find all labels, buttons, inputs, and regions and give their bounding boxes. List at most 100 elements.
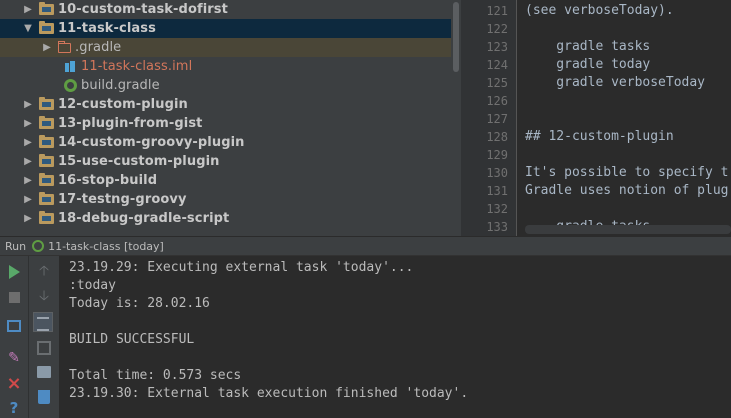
module-folder-icon	[39, 211, 54, 224]
stop-button[interactable]	[3, 286, 25, 308]
help-button[interactable]: ?	[3, 397, 25, 418]
chevron-right-icon[interactable]: ▶	[42, 42, 52, 53]
line-number: 122	[486, 22, 508, 36]
scroll-to-end-button[interactable]	[33, 337, 55, 359]
pin-tab-button[interactable]: ✎	[3, 347, 25, 369]
trash-icon	[38, 390, 50, 404]
restore-layout-button[interactable]	[3, 315, 25, 337]
console-line: 23.19.30: External task execution finish…	[69, 386, 469, 401]
tree-item-16-stop-build[interactable]: ▶ 16-stop-build	[0, 171, 451, 190]
print-button[interactable]	[33, 361, 55, 383]
line-number: 124	[486, 58, 508, 72]
tree-item-label: 11-task-class.iml	[81, 59, 193, 74]
tree-item-13-plugin-from-gist[interactable]: ▶ 13-plugin-from-gist	[0, 114, 451, 133]
tree-item-12-custom-plugin[interactable]: ▶ 12-custom-plugin	[0, 95, 451, 114]
code-line: ## 12-custom-plugin	[525, 129, 674, 144]
excluded-folder-icon	[58, 40, 71, 53]
module-folder-icon	[39, 116, 54, 129]
chevron-right-icon[interactable]: ▶	[23, 118, 33, 129]
code-line: gradle verboseToday	[525, 75, 706, 90]
tree-scrollbar-thumb[interactable]	[453, 2, 459, 72]
chevron-right-icon[interactable]: ▶	[23, 156, 33, 167]
tree-item-label: 13-plugin-from-gist	[58, 116, 203, 131]
line-number: 128	[486, 130, 508, 144]
console-line: BUILD SUCCESSFUL	[69, 332, 195, 347]
play-icon	[8, 265, 20, 279]
run-tool-window-header: Run 11-task-class [today]	[0, 236, 731, 256]
pin-icon: ✎	[8, 350, 20, 366]
gradle-file-icon	[64, 79, 77, 92]
code-line: Gradle uses notion of plug	[525, 183, 729, 198]
close-icon: ×	[6, 373, 22, 394]
print-icon	[37, 366, 51, 378]
code-line: (see verboseToday).	[525, 3, 674, 18]
run-title: Run	[5, 239, 27, 253]
chevron-right-icon[interactable]: ▶	[23, 4, 33, 15]
chevron-right-icon[interactable]: ▶	[23, 194, 33, 205]
module-folder-icon	[39, 2, 54, 15]
chevron-right-icon[interactable]: ▶	[23, 99, 33, 110]
line-number: 133	[486, 220, 508, 234]
tree-item-label: 18-debug-gradle-script	[58, 211, 230, 226]
line-number: 127	[486, 112, 508, 126]
chevron-right-icon[interactable]: ▶	[23, 213, 33, 224]
tree-scrollbar[interactable]	[451, 0, 461, 236]
help-icon: ?	[9, 399, 19, 417]
chevron-right-icon[interactable]: ▶	[23, 137, 33, 148]
tree-item-label: 10-custom-task-dofirst	[58, 2, 228, 17]
line-number: 123	[486, 40, 508, 54]
code-line: It's possible to specify t	[525, 165, 729, 180]
arrow-down-icon: 🡣	[38, 288, 50, 304]
code-line: gradle today	[525, 57, 651, 72]
run-config-tab[interactable]: 11-task-class [today]	[48, 240, 164, 253]
previous-occurrence-button[interactable]: 🡡	[33, 261, 55, 283]
tree-item-18-debug-gradle-script[interactable]: ▶ 18-debug-gradle-script	[0, 209, 451, 228]
editor-horizontal-scrollbar[interactable]	[525, 225, 731, 234]
scroll-to-end-icon	[37, 341, 51, 355]
line-number: 129	[486, 148, 508, 162]
module-folder-icon	[39, 154, 54, 167]
module-folder-icon	[39, 135, 54, 148]
tree-item-label: 17-testng-groovy	[58, 192, 187, 207]
chevron-down-icon[interactable]: ▼	[23, 23, 33, 34]
tree-item-label: 16-stop-build	[58, 173, 158, 188]
tree-item-label: .gradle	[75, 40, 122, 55]
tree-item-gradle-folder[interactable]: ▶ .gradle	[0, 38, 451, 57]
clear-all-button[interactable]	[33, 386, 55, 408]
chevron-right-icon[interactable]: ▶	[23, 175, 33, 186]
line-number: 121	[486, 4, 508, 18]
line-number: 126	[486, 94, 508, 108]
tree-item-17-testng-groovy[interactable]: ▶ 17-testng-groovy	[0, 190, 451, 209]
tree-item-label: 12-custom-plugin	[58, 97, 188, 112]
code-editor[interactable]: 121 122 123 124 125 126 127 128 129 130 …	[461, 0, 731, 236]
console-line: 23.19.29: Executing external task 'today…	[69, 260, 414, 275]
next-occurrence-button[interactable]: 🡣	[33, 286, 55, 308]
tree-item-iml-file[interactable]: 11-task-class.iml	[0, 57, 451, 76]
run-console-output[interactable]: 23.19.29: Executing external task 'today…	[61, 256, 731, 418]
line-number: 130	[486, 166, 508, 180]
tree-item-14-custom-groovy-plugin[interactable]: ▶ 14-custom-groovy-plugin	[0, 133, 451, 152]
tree-item-15-use-custom-plugin[interactable]: ▶ 15-use-custom-plugin	[0, 152, 451, 171]
soft-wrap-button[interactable]	[32, 311, 54, 333]
tree-item-build-gradle[interactable]: build.gradle	[0, 76, 451, 95]
tree-item-label: build.gradle	[81, 78, 160, 93]
code-line: gradle tasks	[525, 39, 651, 54]
tree-item-label: 11-task-class	[58, 21, 156, 36]
tree-item-10-custom-task-dofirst[interactable]: ▶ 10-custom-task-dofirst	[0, 0, 451, 19]
tree-item-label: 15-use-custom-plugin	[58, 154, 220, 169]
tree-item-label: 14-custom-groovy-plugin	[58, 135, 245, 150]
layout-icon	[7, 320, 21, 332]
project-tree: ▶ 10-custom-task-dofirst ▼ 11-task-class…	[0, 0, 461, 236]
line-number: 132	[486, 202, 508, 216]
console-line: Today is: 28.02.16	[69, 296, 210, 311]
console-line: Total time: 0.573 secs	[69, 368, 242, 383]
module-folder-icon	[39, 192, 54, 205]
gradle-run-config-icon	[32, 240, 45, 252]
module-folder-icon	[39, 97, 54, 110]
module-folder-icon	[39, 21, 54, 34]
line-number: 131	[486, 184, 508, 198]
tree-item-11-task-class[interactable]: ▼ 11-task-class	[0, 19, 451, 38]
rerun-button[interactable]	[3, 261, 25, 283]
console-line: :today	[69, 278, 116, 293]
close-button[interactable]: ×	[3, 373, 25, 395]
